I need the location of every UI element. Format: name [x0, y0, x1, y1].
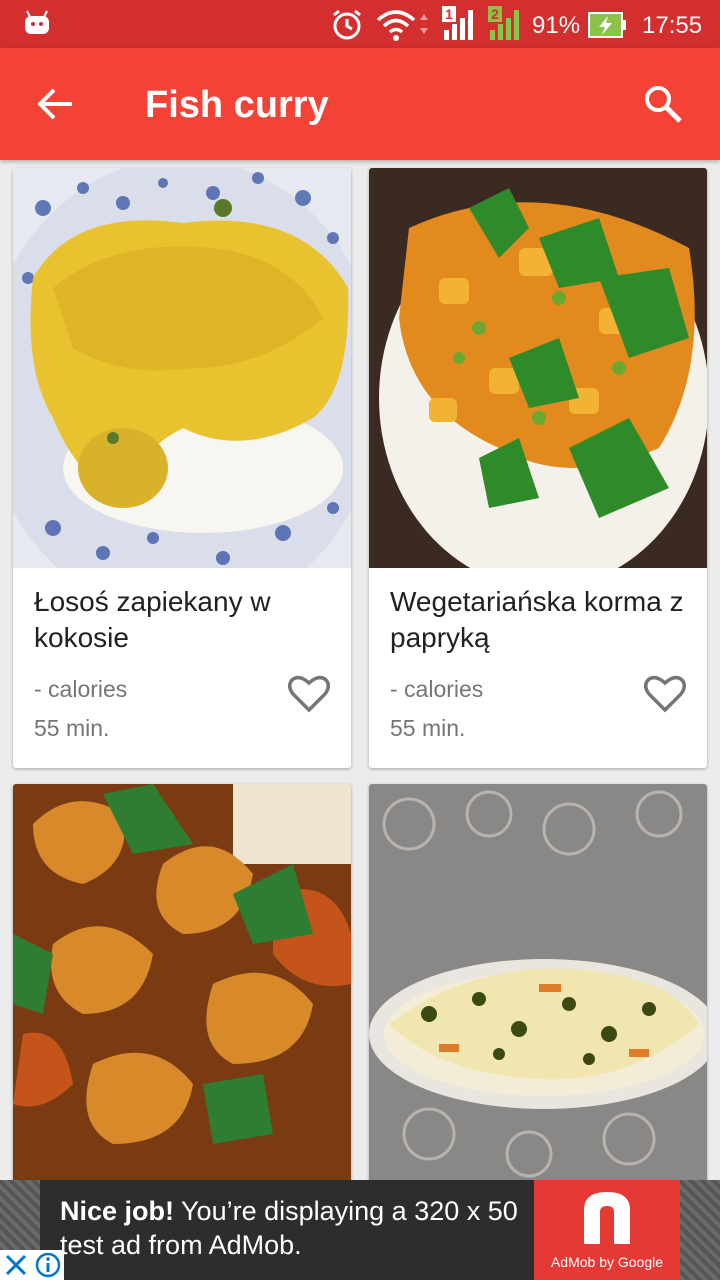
ad-banner[interactable]: Nice job! You’re displaying a 320 x 50 t… [0, 1180, 720, 1280]
recipe-card[interactable]: Wegetariańska korma z papryką - calories… [369, 168, 707, 768]
ad-controls [0, 1250, 64, 1280]
page-title: Fish curry [145, 84, 329, 126]
ad-border [680, 1180, 720, 1280]
wifi-icon [376, 10, 428, 41]
search-icon[interactable] [643, 84, 683, 124]
ad-body[interactable]: Nice job! You’re displaying a 320 x 50 t… [40, 1180, 534, 1280]
recipe-card[interactable] [369, 784, 707, 1204]
recipe-time: 55 min. [34, 715, 110, 741]
app-bar: Fish curry [0, 48, 720, 160]
battery-percent: 91% [532, 12, 581, 39]
clock: 17:55 [642, 12, 703, 39]
close-icon[interactable] [2, 1251, 30, 1279]
svg-text:1: 1 [445, 6, 453, 22]
recipe-card[interactable]: Łosoś zapiekany w kokosie - calories 55 … [13, 168, 351, 768]
recipe-photo [13, 784, 351, 1184]
admob-logo[interactable]: AdMob by Google [534, 1180, 680, 1280]
battery-charging-icon [588, 12, 626, 38]
signal-sim1-icon: 1 [440, 6, 480, 47]
alarm-icon [333, 9, 361, 40]
admob-label: AdMob by Google [550, 1254, 664, 1270]
recipe-photo [13, 168, 351, 568]
recipe-time: 55 min. [390, 715, 466, 741]
favorite-heart-icon[interactable] [643, 674, 687, 714]
recipe-title: Wegetariańska korma z papryką [390, 586, 684, 653]
recipe-card[interactable] [13, 784, 351, 1204]
status-bar: 1 2 91% 17:55 [0, 0, 720, 48]
android-icon [25, 10, 49, 34]
svg-text:2: 2 [491, 6, 499, 22]
recipe-calories: - calories [390, 676, 484, 702]
admob-icon [584, 1192, 630, 1244]
recipe-calories: - calories [34, 676, 128, 702]
ad-headline: Nice job! [60, 1196, 175, 1226]
arrow-back-icon[interactable] [34, 86, 78, 122]
recipe-photo [369, 784, 707, 1184]
ad-text: Nice job! You’re displaying a 320 x 50 t… [60, 1194, 530, 1262]
signal-sim2-icon: 2 [486, 6, 526, 47]
recipe-title: Łosoś zapiekany w kokosie [34, 586, 271, 653]
info-icon[interactable] [34, 1251, 62, 1279]
recipe-photo [369, 168, 707, 568]
favorite-heart-icon[interactable] [287, 674, 331, 714]
